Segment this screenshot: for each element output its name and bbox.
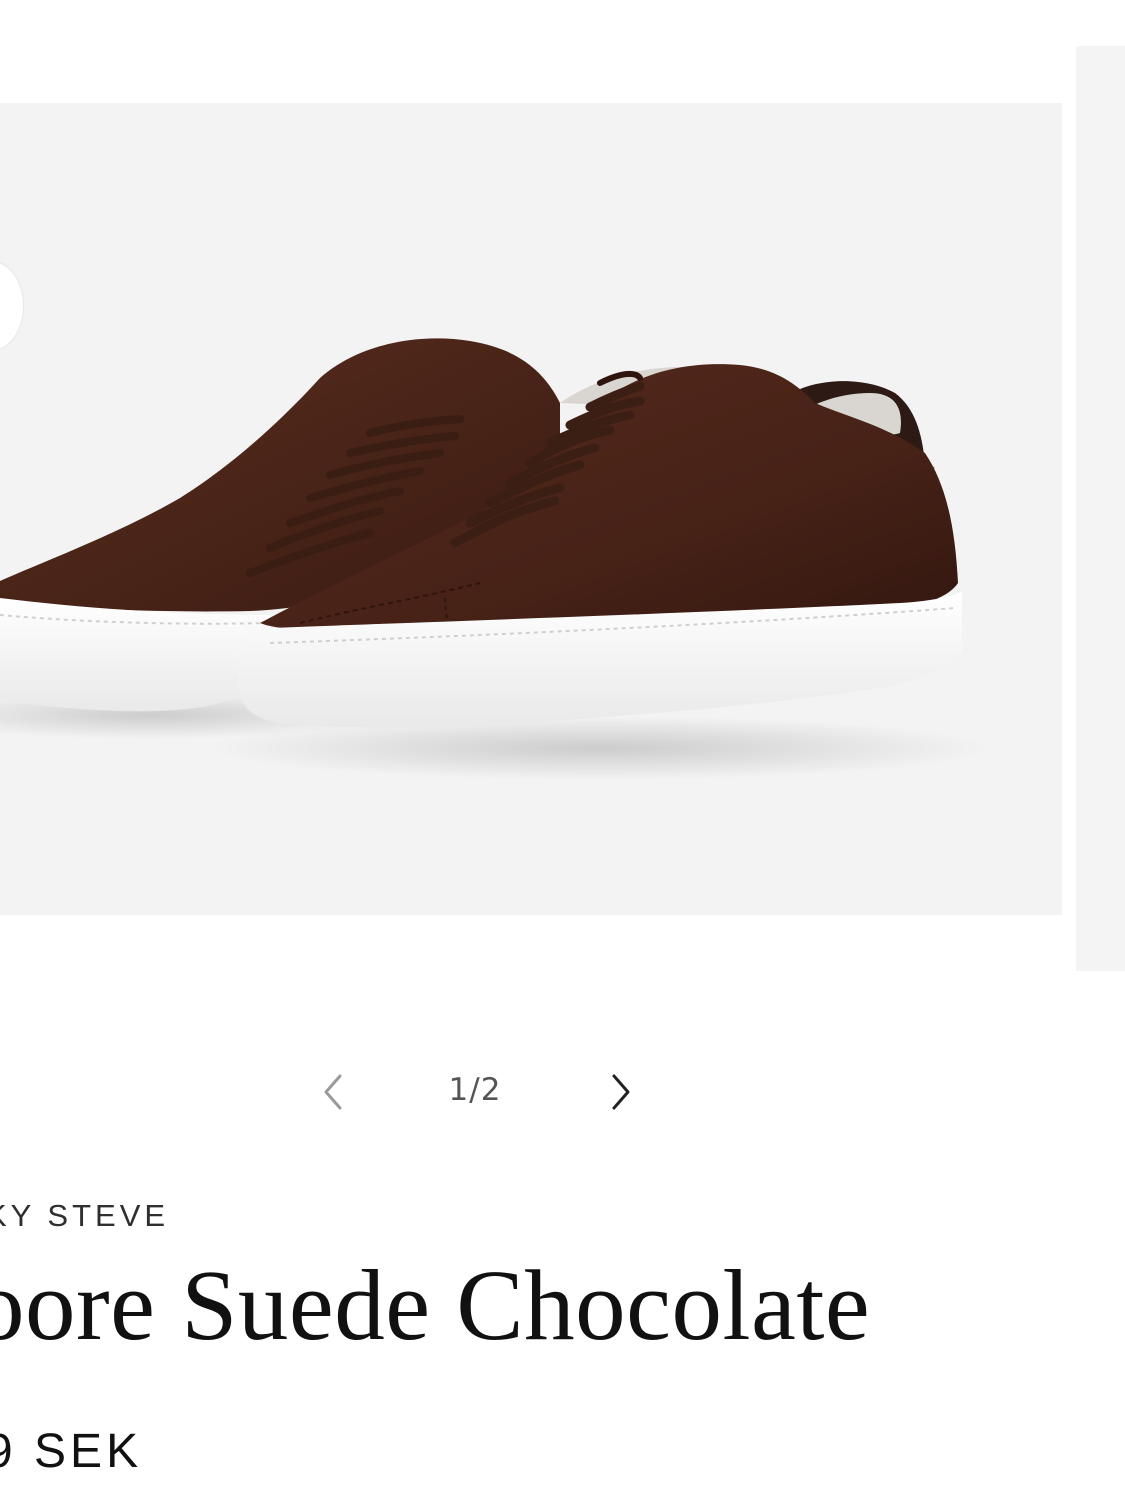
next-product-image-slide[interactable] bbox=[1076, 46, 1125, 971]
product-page: 1/2 KY STEVE oore Suede Chocolate 9 SEK bbox=[0, 0, 1125, 1500]
gallery-pager: 1/2 bbox=[300, 1060, 660, 1124]
product-image bbox=[0, 338, 990, 780]
chevron-left-icon bbox=[324, 1074, 342, 1110]
chevron-right-icon bbox=[612, 1074, 630, 1110]
product-image-slide[interactable] bbox=[0, 103, 1062, 915]
next-slide-button[interactable] bbox=[602, 1068, 642, 1116]
slide-counter: 1/2 bbox=[448, 1072, 502, 1108]
product-price: 9 SEK bbox=[0, 1425, 143, 1478]
previous-slide-button[interactable] bbox=[312, 1068, 352, 1116]
product-title: oore Suede Chocolate bbox=[0, 1249, 871, 1361]
product-brand[interactable]: KY STEVE bbox=[0, 1198, 169, 1234]
product-gallery bbox=[0, 0, 1125, 1000]
